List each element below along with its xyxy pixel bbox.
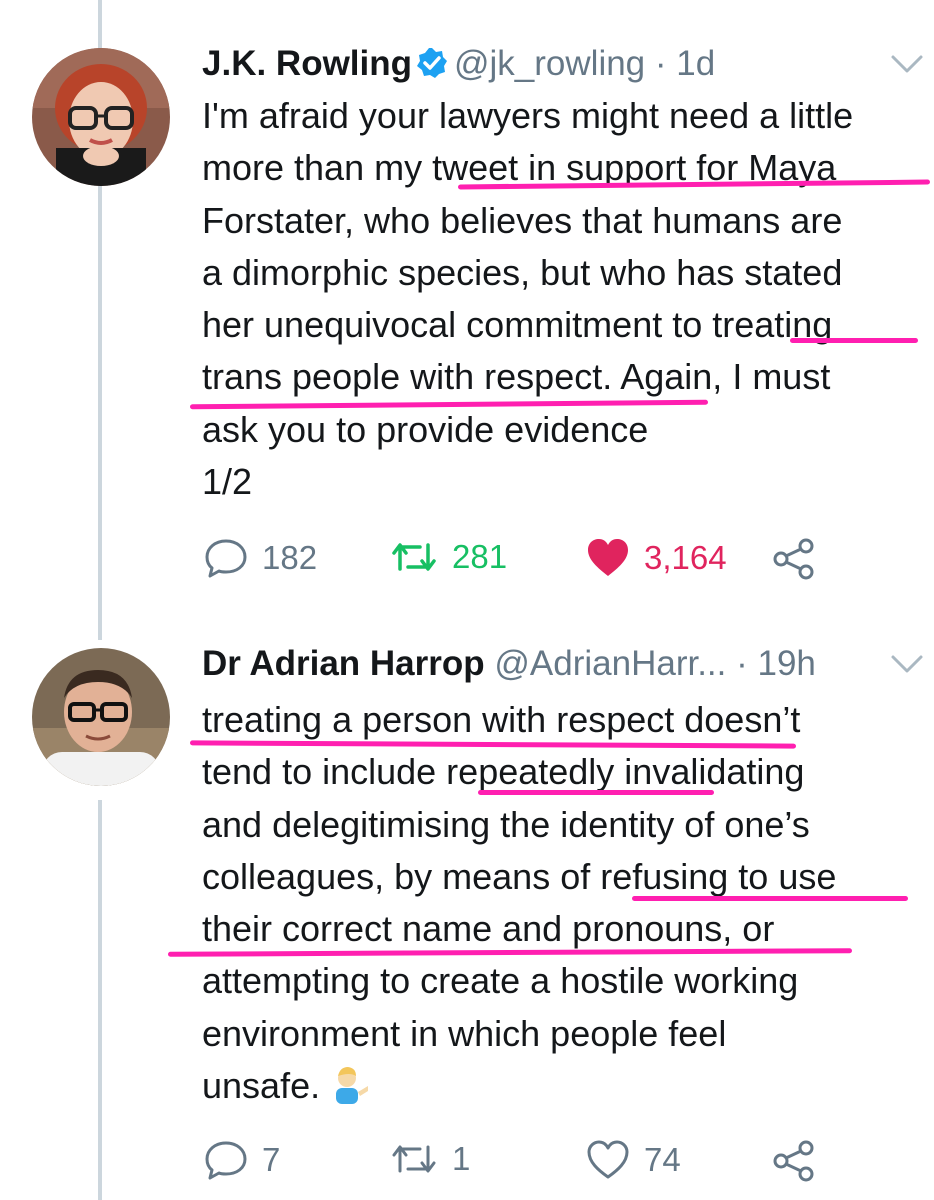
separator-dot: · — [736, 644, 748, 683]
reply-count: 7 — [262, 1141, 281, 1178]
like-button[interactable]: 74 — [586, 1140, 681, 1180]
separator-dot: · — [654, 44, 667, 83]
tweet-line: her unequivocal commitment to treating — [202, 304, 833, 346]
retweet-button[interactable]: 1 — [390, 1140, 470, 1178]
handle[interactable]: @AdrianHarr... — [494, 644, 726, 683]
handle[interactable]: @jk_rowling — [454, 44, 645, 83]
tweet-line: I'm afraid your lawyers might need a lit… — [202, 95, 854, 136]
reply-icon — [204, 538, 248, 578]
tweet-rowling[interactable]: J.K. Rowling @jk_rowling · 1d I'm afraid … — [0, 0, 934, 630]
chevron-down-icon[interactable] — [890, 654, 924, 679]
tweet-line: environment in which people feel — [202, 1012, 727, 1054]
tweet-line: ask you to provide evidence — [202, 408, 649, 450]
timestamp[interactable]: 1d — [676, 44, 715, 83]
avatar-harrop[interactable] — [32, 648, 170, 786]
highlight-stroke — [790, 338, 918, 343]
retweet-button[interactable]: 281 — [390, 538, 507, 576]
retweet-icon — [390, 539, 438, 575]
tweet-text: I'm afraid your lawyers might need a lit… — [202, 90, 932, 508]
avatar-rowling[interactable] — [32, 48, 170, 186]
display-name[interactable]: Dr Adrian Harrop — [202, 644, 485, 683]
reply-button[interactable]: 7 — [204, 1140, 280, 1180]
display-name[interactable]: J.K. Rowling — [202, 44, 412, 83]
tweet-text: treating a person with respect doesn’t t… — [202, 694, 932, 1118]
heart-icon — [586, 1140, 630, 1180]
share-icon — [772, 1140, 816, 1182]
highlight-stroke — [478, 790, 714, 795]
tweet-line-text: unsafe. — [202, 1065, 321, 1107]
person-tipping-hand-emoji — [330, 1064, 370, 1118]
tweet-line: 1/2 — [202, 461, 253, 503]
like-count: 74 — [644, 1141, 681, 1178]
heart-icon — [586, 538, 630, 578]
tweet-line: a dimorphic species, but who has stated — [202, 251, 843, 293]
retweet-count: 1 — [452, 1140, 471, 1177]
reply-button[interactable]: 182 — [204, 538, 317, 578]
share-button[interactable] — [772, 1140, 816, 1182]
chevron-down-icon[interactable] — [890, 54, 924, 79]
like-count: 3,164 — [644, 539, 727, 576]
tweet-line: and delegitimising the identity of one’s — [202, 803, 810, 845]
tweet-line: attempting to create a hostile working — [202, 960, 799, 1002]
reply-icon — [204, 1140, 248, 1180]
highlight-stroke — [632, 896, 908, 901]
reply-count: 182 — [262, 539, 318, 576]
share-button[interactable] — [772, 538, 816, 580]
share-icon — [772, 538, 816, 580]
retweet-count: 281 — [452, 538, 508, 575]
tweet-harrop[interactable]: Dr Adrian Harrop @AdrianHarr... · 19h tr… — [0, 630, 934, 1200]
tweet-line: Forstater, who believes that humans are — [202, 199, 843, 241]
tweet-line: treating a person with respect doesn’t — [202, 699, 801, 740]
verified-badge-icon — [416, 46, 448, 90]
tweet-header: J.K. Rowling @jk_rowling · 1d — [202, 42, 715, 90]
timestamp[interactable]: 19h — [758, 644, 816, 683]
tweet-line: unsafe. — [202, 1060, 932, 1118]
tweet-header: Dr Adrian Harrop @AdrianHarr... · 19h — [202, 642, 816, 686]
retweet-icon — [390, 1141, 438, 1177]
like-button[interactable]: 3,164 — [586, 538, 727, 578]
tweet-line: trans people with respect. Again, I must — [202, 356, 831, 398]
